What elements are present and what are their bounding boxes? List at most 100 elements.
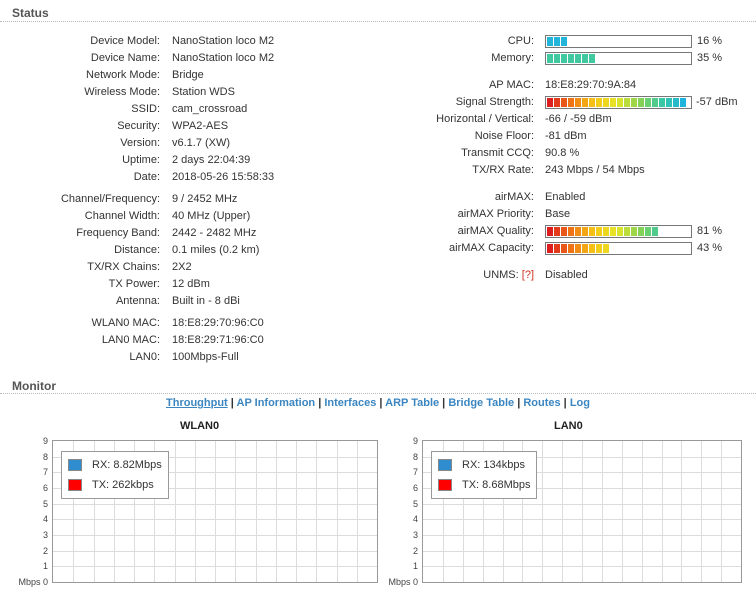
bar-segment: [659, 98, 665, 107]
unms-row: UNMS: [?] Disabled: [0, 267, 756, 284]
bar-segment: [603, 227, 609, 236]
status-row: Antenna: Built in - 8 dBi: [0, 293, 400, 310]
airmax-capacity-value: 43 %: [697, 242, 723, 254]
status-row: WLAN0 MAC: 18:E8:29:70:96:C0: [0, 315, 400, 332]
status-value: 100Mbps-Full: [172, 351, 239, 363]
bar-segment: [624, 227, 630, 236]
rx-swatch: [68, 459, 82, 471]
bar-segment: [582, 244, 588, 253]
lan0-legend-tx: TX: 8.68Mbps: [438, 475, 530, 495]
bar-segment: [554, 37, 560, 46]
noise-row: Noise Floor: -81 dBm: [0, 128, 756, 145]
bar-segment: [652, 227, 658, 236]
bar-segment: [603, 244, 609, 253]
tab-log[interactable]: Log: [570, 397, 590, 409]
tab-bridge-table[interactable]: Bridge Table: [448, 397, 514, 409]
status-label: LAN0 MAC:: [101, 334, 160, 346]
memory-label: Memory:: [491, 52, 534, 64]
signal-row: Signal Strength: -57 dBm: [0, 94, 756, 111]
bar-segment: [568, 244, 574, 253]
tx-swatch: [438, 479, 452, 491]
lan0-rx-label: RX: 134kbps: [462, 459, 525, 471]
cpu-value: 16 %: [697, 35, 723, 47]
bar-segment: [547, 37, 553, 46]
airmax-priority-label: airMAX Priority:: [457, 208, 534, 220]
bar-segment: [582, 227, 588, 236]
memory-value: 35 %: [697, 52, 723, 64]
y-tick-label: 6: [42, 483, 48, 493]
bar-segment: [645, 227, 651, 236]
y-tick-label: 9: [412, 436, 418, 446]
y-tick-value: 0: [42, 577, 48, 587]
bar-segment: [554, 54, 560, 63]
unms-value: Disabled: [545, 269, 588, 281]
airmax-value: Enabled: [545, 191, 586, 203]
bar-segment: [589, 227, 595, 236]
y-tick-label: 3: [412, 530, 418, 540]
y-tick-label: 6: [412, 483, 418, 493]
bar-segment: [568, 54, 574, 63]
monitor-divider: [0, 393, 756, 394]
bar-segment: [610, 98, 616, 107]
bar-segment: [673, 98, 679, 107]
y-tick-label: 8: [412, 451, 418, 462]
airmax-quality-row: airMAX Quality: 81 %: [0, 223, 756, 240]
wlan0-legend-rx: RX: 8.82Mbps: [68, 455, 162, 475]
hv-label: Horizontal / Vertical:: [436, 113, 534, 125]
bar-segment: [610, 227, 616, 236]
y-tick-label: Mbps 0: [380, 577, 418, 587]
airmax-quality-label: airMAX Quality:: [457, 225, 534, 237]
tab-throughput[interactable]: Throughput: [166, 397, 228, 409]
y-tick-label: 8: [42, 451, 48, 462]
memory-bar: [545, 52, 692, 65]
tab-interfaces[interactable]: Interfaces: [324, 397, 376, 409]
y-tick-label: 4: [42, 514, 48, 525]
y-tick-label: 7: [42, 467, 48, 478]
tab-ap-information[interactable]: AP Information: [237, 397, 316, 409]
bar-segment: [582, 98, 588, 107]
wlan0-chart-title: WLAN0: [180, 420, 220, 432]
wlan0-tx-label: TX: 262kbps: [92, 479, 154, 491]
unms-label: UNMS:: [483, 269, 519, 281]
memory-row: Memory: 35 %: [0, 50, 756, 67]
wlan0-chart: RX: 8.82Mbps TX: 262kbps: [52, 440, 378, 583]
tab-arp-table[interactable]: ARP Table: [385, 397, 439, 409]
bar-segment: [547, 227, 553, 236]
rate-row: TX/RX Rate: 243 Mbps / 54 Mbps: [0, 162, 756, 179]
bar-segment: [554, 98, 560, 107]
bar-segment: [666, 98, 672, 107]
tab-routes[interactable]: Routes: [523, 397, 560, 409]
y-tick-label: 7: [412, 467, 418, 478]
airmax-row: airMAX: Enabled: [0, 189, 756, 206]
bar-segment: [575, 244, 581, 253]
cpu-row: CPU: 16 %: [0, 33, 756, 50]
airmax-capacity-label: airMAX Capacity:: [449, 242, 534, 254]
ccq-value: 90.8 %: [545, 147, 580, 159]
y-tick-label: 3: [42, 530, 48, 540]
bar-segment: [554, 244, 560, 253]
bar-segment: [624, 98, 630, 107]
lan0-chart: RX: 134kbps TX: 8.68Mbps: [422, 440, 742, 583]
bar-segment: [652, 98, 658, 107]
status-label: WLAN0 MAC:: [91, 317, 160, 329]
status-row: LAN0: 100Mbps-Full: [0, 349, 400, 366]
bar-segment: [638, 98, 644, 107]
signal-label: Signal Strength:: [455, 96, 534, 108]
wlan0-legend: RX: 8.82Mbps TX: 262kbps: [61, 451, 169, 499]
tx-swatch: [68, 479, 82, 491]
y-tick-label: 1: [412, 561, 418, 572]
bar-segment: [680, 98, 686, 107]
bar-segment: [603, 98, 609, 107]
bar-segment: [582, 54, 588, 63]
bar-segment: [631, 227, 637, 236]
bar-segment: [561, 37, 567, 46]
y-tick-label: 4: [412, 514, 418, 525]
hv-value: -66 / -59 dBm: [545, 113, 612, 125]
bar-segment: [568, 227, 574, 236]
wlan0-rx-label: RX: 8.82Mbps: [92, 459, 162, 471]
bar-segment: [575, 227, 581, 236]
bar-segment: [547, 244, 553, 253]
unms-help-link[interactable]: [?]: [522, 269, 534, 281]
bar-segment: [617, 98, 623, 107]
signal-value: -57 dBm: [696, 96, 738, 108]
